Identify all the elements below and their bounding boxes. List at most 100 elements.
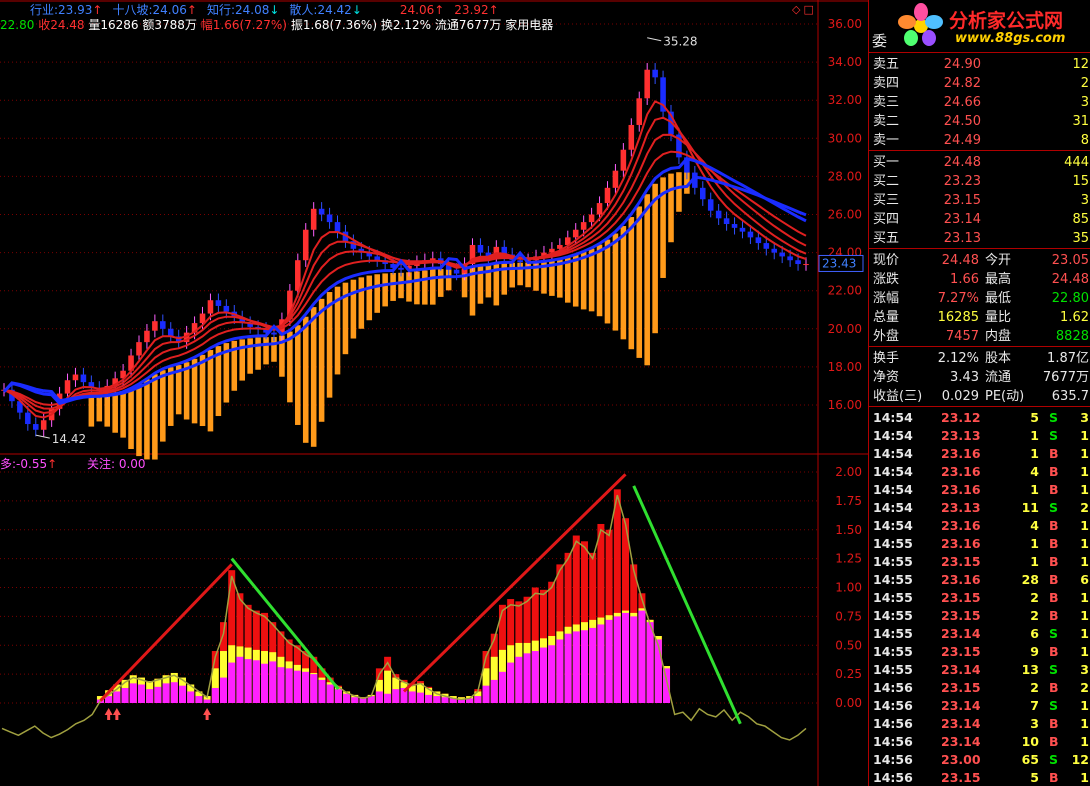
stat-label: 现价 — [873, 253, 900, 268]
restore-icon[interactable]: ◇ — [792, 3, 800, 16]
stat-row: 收益(三) 0.029 PE(动) 635.7 — [869, 387, 1090, 406]
tick-price: 23.15 — [941, 644, 981, 659]
tick-time: 14:54 — [873, 410, 913, 425]
up-arrow-icon: ↑ — [488, 3, 499, 17]
tick-price: 23.16 — [941, 482, 981, 497]
stat-label: 换手 — [873, 351, 900, 366]
tick-volume: 2 — [1030, 608, 1039, 623]
magenta-bar — [523, 653, 531, 703]
tick-row: 14:56 23.14 7 S 1 — [869, 697, 1090, 715]
price-tick-label: 26.00 — [828, 208, 862, 222]
tick-volume: 65 — [1021, 752, 1039, 767]
stat-value: 22.80 — [1051, 291, 1089, 306]
price-tick-label: 30.00 — [828, 131, 862, 145]
main-chart[interactable]: 36.0034.0032.0030.0028.0026.0024.0022.00… — [0, 0, 868, 786]
indicator-tick-label: 1.75 — [835, 494, 862, 508]
volume-bar — [295, 325, 301, 425]
candle-body — [628, 124, 635, 150]
stat-label: 净资 — [873, 370, 900, 385]
panel-divider — [869, 248, 1090, 249]
tick-volume: 5 — [1030, 410, 1039, 425]
committee-label: 委 — [872, 32, 888, 50]
ask-row: 卖五 24.90 12 — [869, 55, 1090, 74]
magenta-bar — [425, 694, 433, 703]
volume-bar — [152, 374, 158, 460]
close-icon[interactable]: □ — [803, 3, 813, 16]
volume-bar — [374, 274, 380, 313]
ask-label: 卖五 — [873, 57, 900, 72]
volume-bar — [406, 272, 412, 302]
stat-label: 最低 — [985, 291, 1012, 306]
up-arrow-icon: ↑ — [434, 3, 445, 17]
volume-bar — [191, 358, 198, 424]
tick-price: 23.13 — [941, 428, 981, 443]
magenta-bar — [613, 616, 621, 703]
volume-bar — [628, 217, 635, 350]
volume-bar — [112, 393, 118, 433]
tick-price: 23.16 — [941, 536, 981, 551]
magenta-bar — [203, 699, 211, 703]
volume-bar — [239, 339, 245, 381]
tick-count: 1 — [1080, 698, 1089, 713]
candle-body — [310, 208, 317, 230]
bid-label: 买四 — [873, 212, 900, 227]
magenta-bar — [416, 692, 424, 703]
tick-side: S — [1049, 626, 1059, 641]
magenta-bar — [195, 696, 203, 703]
candle-body — [517, 260, 523, 263]
magenta-bar — [179, 685, 186, 703]
tick-side: S — [1049, 410, 1059, 425]
magenta-bar — [285, 668, 293, 703]
low-marker-label: 14.42 — [52, 432, 86, 446]
tick-row: 14:54 23.13 1 S 1 — [869, 427, 1090, 445]
tick-count: 1 — [1080, 734, 1089, 749]
tick-volume: 2 — [1030, 590, 1039, 605]
tick-row: 14:56 23.00 65 S 12 — [869, 751, 1090, 769]
volume-bar — [287, 331, 293, 403]
tick-count: 3 — [1080, 662, 1089, 677]
current-price-value: 23.43 — [822, 256, 856, 270]
logo-url: www.88gs.com — [955, 31, 1066, 46]
magenta-bar — [490, 679, 498, 703]
up-arrow-icon: ↑ — [186, 3, 197, 17]
tick-time: 14:55 — [873, 572, 913, 587]
logo: 分析家公式网 www.88gs.com 委 — [869, 0, 1090, 52]
magenta-bar — [646, 622, 654, 703]
magenta-bar — [121, 687, 129, 703]
tick-count: 1 — [1080, 716, 1089, 731]
high-marker-label: 35.28 — [663, 35, 697, 49]
candle-body — [620, 149, 627, 171]
price-tick-label: 22.00 — [828, 284, 862, 298]
window-controls[interactable]: ◇ □ — [792, 3, 814, 16]
candle-body — [771, 248, 778, 253]
volume-bar — [596, 244, 603, 317]
panel-divider — [869, 150, 1090, 151]
magenta-bar — [441, 697, 449, 703]
magenta-bar — [269, 661, 277, 703]
tick-count: 1 — [1080, 518, 1089, 533]
tick-row: 14:54 23.12 5 S 3 — [869, 409, 1090, 427]
bid-row: 买四 23.14 85 — [869, 210, 1090, 229]
indicator-header: 行业:23.93↑ 十八坡:24.06↑ 知行:24.08↓ 散人:24.42↓ 24.… — [30, 3, 509, 17]
tick-count: 1 — [1080, 428, 1089, 443]
volume-bar — [358, 277, 365, 329]
magenta-bar — [318, 679, 326, 703]
volume-bar — [199, 354, 206, 427]
magenta-bar — [539, 647, 547, 703]
volume-bar — [572, 254, 579, 307]
magenta-bar — [293, 670, 301, 703]
stat-value: 1.87亿 — [1047, 351, 1089, 366]
magenta-bar — [375, 691, 383, 703]
bid-label: 买三 — [873, 193, 900, 208]
tick-time: 14:55 — [873, 626, 913, 641]
tick-count: 1 — [1080, 554, 1089, 569]
tick-side: B — [1049, 446, 1059, 461]
panel-divider — [869, 346, 1090, 347]
bid-label: 买五 — [873, 231, 900, 246]
candle-body — [295, 260, 301, 291]
tick-time: 14:55 — [873, 644, 913, 659]
ask-volume: 8 — [1080, 133, 1089, 148]
tick-count: 6 — [1080, 572, 1089, 587]
low-marker-line — [35, 434, 50, 439]
tick-volume: 28 — [1021, 572, 1039, 587]
